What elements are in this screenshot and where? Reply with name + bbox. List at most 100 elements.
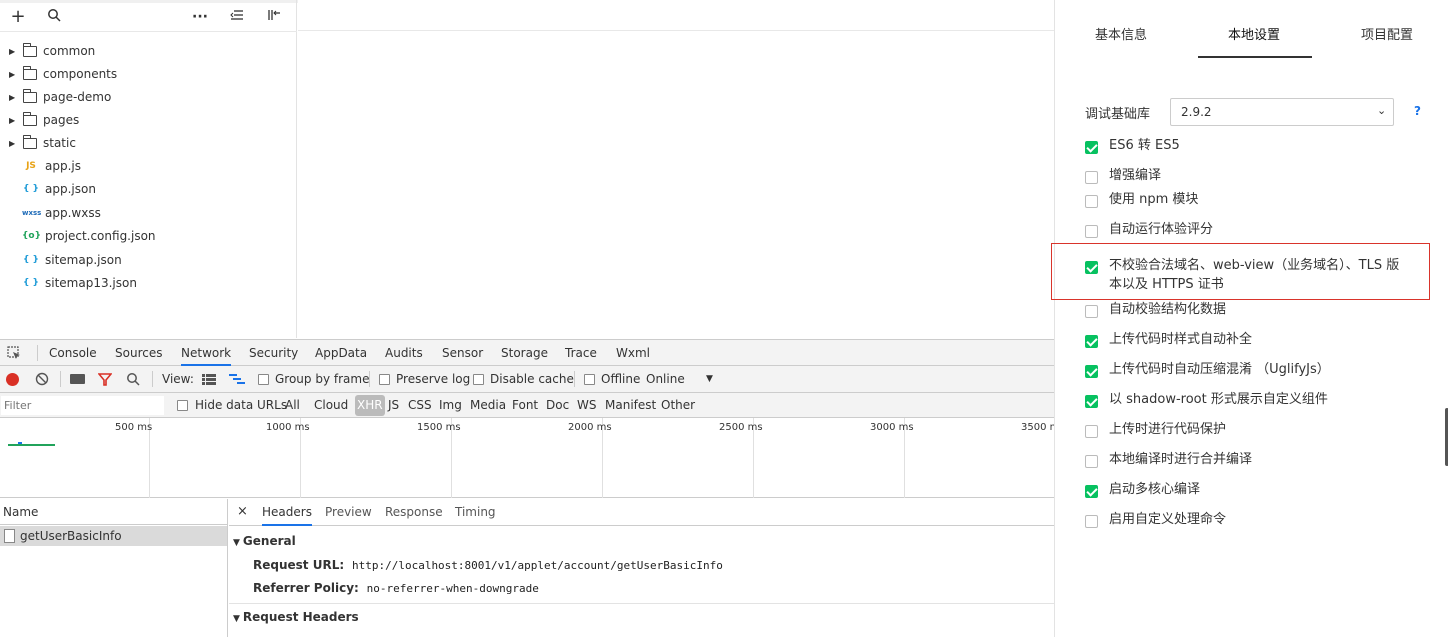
- general-title: General: [242, 534, 296, 548]
- devtools-tab-wxml[interactable]: Wxml: [616, 340, 650, 366]
- devtools-tab-audits[interactable]: Audits: [385, 340, 423, 366]
- file-type-icon: { }: [23, 184, 39, 195]
- tree-folder-common[interactable]: ▶ common: [0, 40, 296, 63]
- tree-folder-components[interactable]: ▶ components: [0, 63, 296, 86]
- tree-file[interactable]: {o} project.config.json: [0, 225, 296, 248]
- type-filter-doc[interactable]: Doc: [546, 393, 569, 418]
- devtools-tab-storage[interactable]: Storage: [501, 340, 548, 366]
- type-filter-manifest[interactable]: Manifest: [605, 393, 656, 418]
- type-filter-other[interactable]: Other: [661, 393, 695, 418]
- option-checkbox[interactable]: [1085, 335, 1098, 348]
- detail-tab-preview[interactable]: Preview: [325, 499, 372, 526]
- detail-tab-bar: × Headers Preview Response Timing: [229, 499, 1054, 526]
- timeline-tick-label: 500 ms: [115, 422, 153, 433]
- base-lib-select[interactable]: 2.9.2 ⌄: [1170, 98, 1394, 126]
- option-label: 上传时进行代码保护: [1109, 422, 1227, 437]
- devtools-tab-console[interactable]: Console: [49, 340, 97, 366]
- option-label: 增强编译: [1109, 168, 1162, 183]
- general-section-header[interactable]: ▼ General: [233, 534, 296, 548]
- request-url-row: Request URL: http://localhost:8001/v1/ap…: [253, 558, 723, 572]
- type-filter-js[interactable]: JS: [388, 393, 399, 418]
- close-icon[interactable]: ×: [237, 504, 248, 519]
- folder-icon: [23, 135, 37, 149]
- option-checkbox[interactable]: [1085, 195, 1098, 208]
- detail-tab-timing[interactable]: Timing: [455, 499, 496, 526]
- chevron-down-icon[interactable]: ▼: [706, 366, 713, 392]
- type-filter-font[interactable]: Font: [512, 393, 538, 418]
- offline-label: Offline: [601, 372, 641, 386]
- settings-tab-2[interactable]: 项目配置: [1361, 24, 1413, 43]
- add-icon[interactable]: +: [9, 8, 27, 26]
- type-filter-cloud[interactable]: Cloud: [314, 393, 348, 418]
- disable-cache-checkbox[interactable]: [473, 374, 484, 385]
- option-checkbox[interactable]: [1085, 515, 1098, 528]
- detail-tab-headers[interactable]: Headers: [262, 499, 312, 526]
- folder-icon: [23, 43, 37, 57]
- hide-data-urls-checkbox[interactable]: [177, 400, 188, 411]
- option-checkbox[interactable]: [1085, 171, 1098, 184]
- tree-folder-static[interactable]: ▶ static: [0, 132, 296, 155]
- option-checkbox[interactable]: [1085, 225, 1098, 238]
- devtools-tab-sensor[interactable]: Sensor: [442, 340, 483, 366]
- large-rows-icon[interactable]: [202, 374, 216, 388]
- name-header[interactable]: Name: [0, 499, 227, 525]
- referrer-policy-label: Referrer Policy:: [253, 581, 359, 595]
- option-checkbox[interactable]: [1085, 395, 1098, 408]
- help-icon[interactable]: ?: [1409, 103, 1426, 120]
- network-filter-bar: Hide data URLs All Cloud XHRJS CSS Img MediaF…: [0, 393, 1054, 418]
- caret-right-icon: ▶: [9, 93, 16, 102]
- tree-file[interactable]: { } sitemap.json: [0, 249, 296, 272]
- option-checkbox[interactable]: [1085, 141, 1098, 154]
- clear-icon[interactable]: [35, 372, 49, 389]
- divider: [152, 371, 153, 387]
- toggle-sidebar-icon[interactable]: [265, 8, 283, 26]
- more-icon[interactable]: ···: [191, 8, 209, 26]
- devtools-tab-trace[interactable]: Trace: [565, 340, 597, 366]
- type-filter-xhr[interactable]: XHR: [355, 395, 385, 416]
- tree-folder-pages[interactable]: ▶ pages: [0, 109, 296, 132]
- settings-tab-1[interactable]: 本地设置: [1228, 24, 1280, 43]
- devtools-tab-security[interactable]: Security: [249, 340, 298, 366]
- devtools-tab-network[interactable]: Network: [181, 340, 232, 366]
- offline-checkbox[interactable]: [584, 374, 595, 385]
- filter-input[interactable]: [1, 396, 164, 415]
- preserve-log-checkbox[interactable]: [379, 374, 390, 385]
- option-checkbox[interactable]: [1085, 455, 1098, 468]
- option-checkbox[interactable]: [1085, 485, 1098, 498]
- search-icon[interactable]: [45, 8, 63, 26]
- type-filter-media[interactable]: Media: [470, 393, 506, 418]
- type-filter-img[interactable]: Img: [439, 393, 462, 418]
- waterfall-icon[interactable]: [229, 374, 245, 388]
- tree-file[interactable]: JS app.js: [0, 155, 296, 178]
- inspect-element-icon[interactable]: [7, 346, 21, 363]
- option-checkbox[interactable]: [1085, 365, 1098, 378]
- devtools-tab-bar: Console Sources Network Security AppData Audi…: [0, 339, 1054, 366]
- type-filter-ws[interactable]: WS: [577, 393, 596, 418]
- tree-file[interactable]: wxss app.wxss: [0, 202, 296, 225]
- filter-icon[interactable]: [97, 372, 113, 389]
- group-by-frame-checkbox[interactable]: [258, 374, 269, 385]
- search-icon[interactable]: [126, 372, 140, 389]
- tree-file[interactable]: { } app.json: [0, 178, 296, 201]
- tree-file[interactable]: { } sitemap13.json: [0, 272, 296, 295]
- throttling-select[interactable]: Online: [646, 366, 685, 392]
- option-checkbox[interactable]: [1085, 305, 1098, 318]
- record-icon[interactable]: [6, 373, 19, 386]
- tree-item-label: static: [43, 136, 76, 150]
- devtools-tab-appdata[interactable]: AppData: [315, 340, 367, 366]
- option-label: 本地编译时进行合并编译: [1109, 452, 1253, 467]
- collapse-list-icon[interactable]: [228, 8, 246, 26]
- request-row[interactable]: getUserBasicInfo: [0, 526, 227, 546]
- screenshot-icon[interactable]: [70, 374, 85, 384]
- settings-tab-0[interactable]: 基本信息: [1095, 24, 1147, 43]
- tree-folder-page-demo[interactable]: ▶ page-demo: [0, 86, 296, 109]
- detail-tab-response[interactable]: Response: [385, 499, 443, 526]
- tree-item-label: common: [43, 44, 96, 58]
- divider: [229, 603, 1054, 604]
- option-label: 上传代码时自动压缩混淆 （UglifyJs）: [1109, 362, 1330, 377]
- devtools-tab-sources[interactable]: Sources: [115, 340, 162, 366]
- type-filter-all[interactable]: All: [285, 393, 300, 418]
- option-checkbox[interactable]: [1085, 425, 1098, 438]
- request-headers-section-header[interactable]: ▼ Request Headers: [233, 610, 359, 624]
- type-filter-css[interactable]: CSS: [408, 393, 432, 418]
